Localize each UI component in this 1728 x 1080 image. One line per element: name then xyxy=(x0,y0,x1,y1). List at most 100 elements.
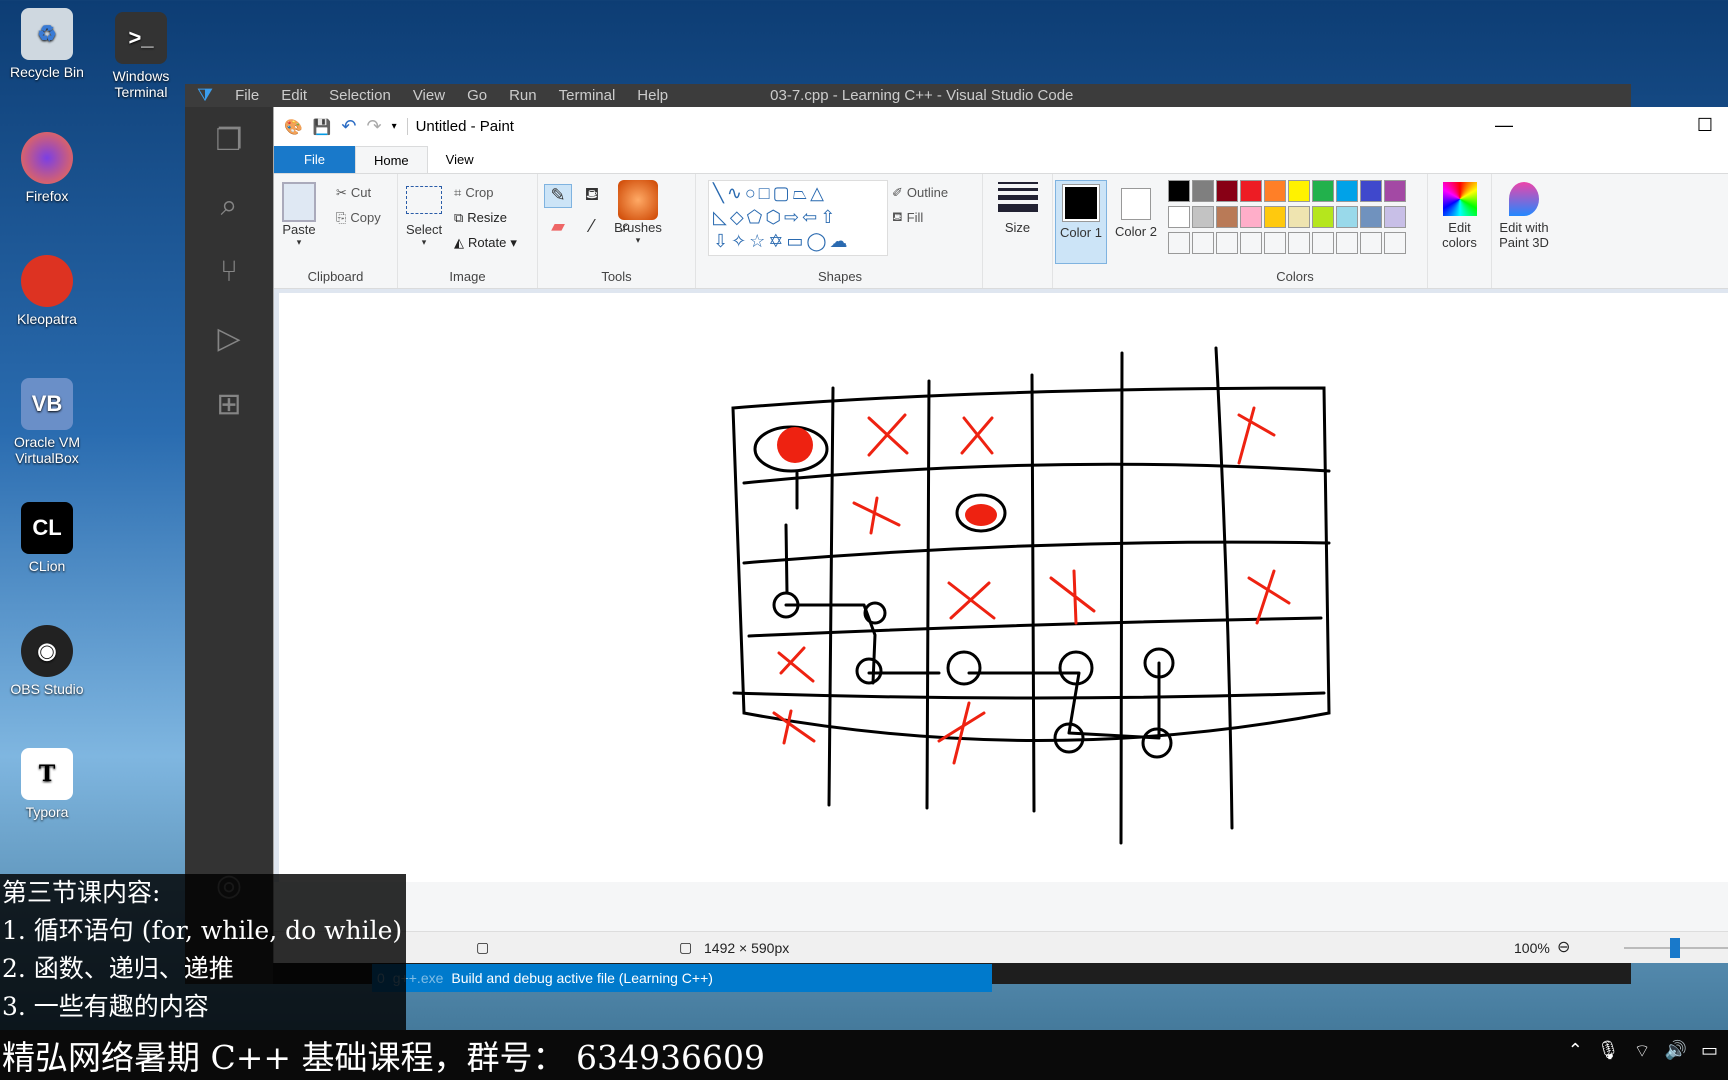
resize-button[interactable]: ⧉ Resize xyxy=(454,205,517,230)
edit-colors-button[interactable]: Edit colors xyxy=(1428,174,1492,288)
menu-edit[interactable]: Edit xyxy=(281,87,307,104)
palette-swatch[interactable] xyxy=(1288,206,1310,228)
palette-swatch[interactable] xyxy=(1264,232,1286,254)
palette-swatch[interactable] xyxy=(1168,180,1190,202)
typora-icon: T xyxy=(21,748,73,800)
palette-swatch[interactable] xyxy=(1216,206,1238,228)
edit-paint3d-button[interactable]: Edit with Paint 3D xyxy=(1492,174,1556,288)
color-wheel-icon xyxy=(1442,182,1477,216)
maximize-button[interactable]: ☐ xyxy=(1697,115,1713,136)
ribbon-tabs: File Home View xyxy=(274,146,1728,173)
palette-swatch[interactable] xyxy=(1312,180,1334,202)
color1-button[interactable]: Color 1 xyxy=(1055,180,1107,264)
grid-col-line xyxy=(925,379,931,810)
palette-swatch[interactable] xyxy=(1216,180,1238,202)
palette-swatch[interactable] xyxy=(1240,206,1262,228)
color2-swatch xyxy=(1121,188,1151,220)
palette-swatch[interactable] xyxy=(1264,206,1286,228)
tab-home[interactable]: Home xyxy=(354,146,428,173)
color-picker-icon[interactable]: ⁄ xyxy=(578,216,606,237)
menu-file[interactable]: File xyxy=(235,87,259,104)
palette-swatch[interactable] xyxy=(1312,206,1334,228)
shapes-gallery[interactable]: ╲∿○□▢⏢△ ◺◇⬠⬡⇨⇦⇧ ⇩✧☆✡▭◯☁ xyxy=(708,180,888,256)
palette-swatch[interactable] xyxy=(1288,232,1310,254)
menu-go[interactable]: Go xyxy=(467,87,487,104)
zoom-out-button[interactable]: ⊖ xyxy=(1557,937,1570,957)
crop-button[interactable]: ⌗ Crop xyxy=(454,180,517,205)
chevron-up-icon[interactable]: ⌃ xyxy=(1568,1040,1583,1063)
extensions-icon[interactable]: ⊞ xyxy=(185,371,273,437)
ribbon: Paste ▾ ✂ Cut ⎘ Copy Clipboard Select ▾ ⌗ Crop… xyxy=(274,173,1728,289)
status-message[interactable]: Build and debug active file (Learning C+… xyxy=(451,970,713,986)
palette-swatch[interactable] xyxy=(1336,180,1358,202)
fill-button[interactable]: ⛾ Fill xyxy=(892,205,948,230)
paint-app-icon[interactable]: 🎨 xyxy=(284,118,303,136)
palette-swatch[interactable] xyxy=(1192,180,1214,202)
palette-swatch[interactable] xyxy=(1168,232,1190,254)
minimize-button[interactable]: — xyxy=(1495,115,1513,136)
desktop-icon-firefox[interactable]: Firefox xyxy=(4,132,90,204)
desktop-icon-kleopatra[interactable]: Kleopatra xyxy=(4,255,90,327)
palette-swatch[interactable] xyxy=(1264,180,1286,202)
battery-icon[interactable]: ▭ xyxy=(1701,1040,1718,1063)
palette-swatch[interactable] xyxy=(1360,206,1382,228)
palette-swatch[interactable] xyxy=(1384,180,1406,202)
volume-icon[interactable]: 🔊 xyxy=(1665,1040,1687,1063)
select-button[interactable]: Select ▾ xyxy=(406,186,442,248)
rotate-button[interactable]: ◭ Rotate ▾ xyxy=(454,230,517,255)
palette-swatch[interactable] xyxy=(1216,232,1238,254)
color2-button[interactable]: Color 2 xyxy=(1111,180,1161,282)
palette-swatch[interactable] xyxy=(1168,206,1190,228)
activity-bar: ❐ ⌕ ⑂ ▷ ⊞ ◎ xyxy=(185,107,273,984)
undo-icon[interactable]: ↶ xyxy=(341,116,356,137)
menu-view[interactable]: View xyxy=(413,87,445,104)
grid-col-line xyxy=(1030,373,1036,813)
palette-swatch[interactable] xyxy=(1192,206,1214,228)
explorer-icon[interactable]: ❐ xyxy=(185,107,273,173)
search-icon[interactable]: ⌕ xyxy=(185,173,273,239)
tab-file[interactable]: File xyxy=(274,146,355,173)
desktop-icon-virtualbox[interactable]: VB Oracle VM VirtualBox xyxy=(4,378,90,466)
copy-button[interactable]: ⎘ Copy xyxy=(336,205,381,230)
palette-swatch[interactable] xyxy=(1240,180,1262,202)
quick-access-dropdown-icon[interactable]: ▾ xyxy=(392,121,397,132)
desktop-icon-obs[interactable]: ◉ OBS Studio xyxy=(4,625,90,697)
palette-swatch[interactable] xyxy=(1336,206,1358,228)
palette-swatch[interactable] xyxy=(1192,232,1214,254)
palette-swatch[interactable] xyxy=(1288,180,1310,202)
desktop-icon-windows-terminal[interactable]: >_ Windows Terminal xyxy=(98,12,184,100)
palette-swatch[interactable] xyxy=(1312,232,1334,254)
source-control-icon[interactable]: ⑂ xyxy=(185,239,273,305)
palette-swatch[interactable] xyxy=(1360,180,1382,202)
brushes-button[interactable]: Brushes ▾ xyxy=(603,180,673,246)
desktop-icon-typora[interactable]: T Typora xyxy=(4,748,90,820)
tab-view[interactable]: View xyxy=(428,146,492,173)
desktop-icon-recycle-bin[interactable]: ♻ Recycle Bin xyxy=(4,8,90,80)
wifi-icon[interactable]: ⌔ xyxy=(1634,1040,1651,1063)
drawing-canvas[interactable] xyxy=(279,293,1728,882)
palette-swatch[interactable] xyxy=(1360,232,1382,254)
cut-button[interactable]: ✂ Cut xyxy=(336,180,381,205)
palette-swatch[interactable] xyxy=(1384,232,1406,254)
redo-icon[interactable]: ↷ xyxy=(366,116,381,137)
save-icon[interactable]: 💾 xyxy=(313,118,332,136)
size-button[interactable]: Size xyxy=(983,174,1053,288)
microphone-icon[interactable]: 🎙 xyxy=(1597,1040,1620,1063)
paint-title: Untitled - Paint xyxy=(406,118,514,135)
run-debug-icon[interactable]: ▷ xyxy=(185,305,273,371)
overlay-heading: 第三节课内容: xyxy=(2,878,161,907)
palette-swatch[interactable] xyxy=(1336,232,1358,254)
outline-button[interactable]: ✐ Outline xyxy=(892,180,948,205)
fill-bucket-icon[interactable]: ⛾ xyxy=(578,184,606,208)
paste-button[interactable]: Paste ▾ xyxy=(282,182,316,248)
menu-run[interactable]: Run xyxy=(509,87,537,104)
pencil-icon[interactable]: ✎ xyxy=(544,184,572,208)
zoom-slider-thumb[interactable] xyxy=(1670,938,1680,958)
menu-selection[interactable]: Selection xyxy=(329,87,391,104)
menu-help[interactable]: Help xyxy=(637,87,668,104)
eraser-icon[interactable]: ▰ xyxy=(544,216,572,237)
menu-terminal[interactable]: Terminal xyxy=(559,87,616,104)
desktop-icon-clion[interactable]: CL CLion xyxy=(4,502,90,574)
palette-swatch[interactable] xyxy=(1384,206,1406,228)
palette-swatch[interactable] xyxy=(1240,232,1262,254)
